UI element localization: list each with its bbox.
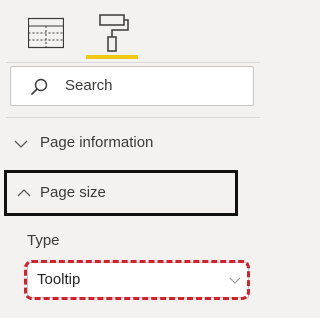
type-field-label: Type	[27, 232, 60, 249]
section-divider	[6, 117, 260, 118]
fields-grid-icon	[27, 17, 65, 49]
toolbar-divider	[6, 62, 260, 63]
section-page-size[interactable]: Page size	[4, 170, 238, 216]
type-dropdown-value: Tooltip	[37, 271, 81, 288]
section-page-information-label: Page information	[40, 134, 154, 151]
chevron-down-icon	[229, 277, 241, 284]
section-page-size-label: Page size	[40, 184, 106, 201]
format-pane: Search Page information Page size Type T…	[0, 0, 266, 318]
search-input[interactable]: Search	[10, 66, 254, 106]
selected-tab-indicator	[86, 55, 138, 59]
format-tab-button[interactable]	[86, 13, 138, 59]
fields-tab-button[interactable]	[27, 17, 65, 49]
search-placeholder: Search	[65, 77, 113, 94]
section-page-information[interactable]: Page information	[0, 124, 266, 164]
chevron-up-icon	[17, 189, 31, 197]
chevron-down-icon	[14, 140, 28, 148]
format-paint-roller-icon	[99, 14, 129, 52]
type-dropdown[interactable]: Tooltip	[27, 262, 249, 298]
pane-toolbar	[0, 0, 266, 62]
search-icon	[30, 78, 48, 96]
